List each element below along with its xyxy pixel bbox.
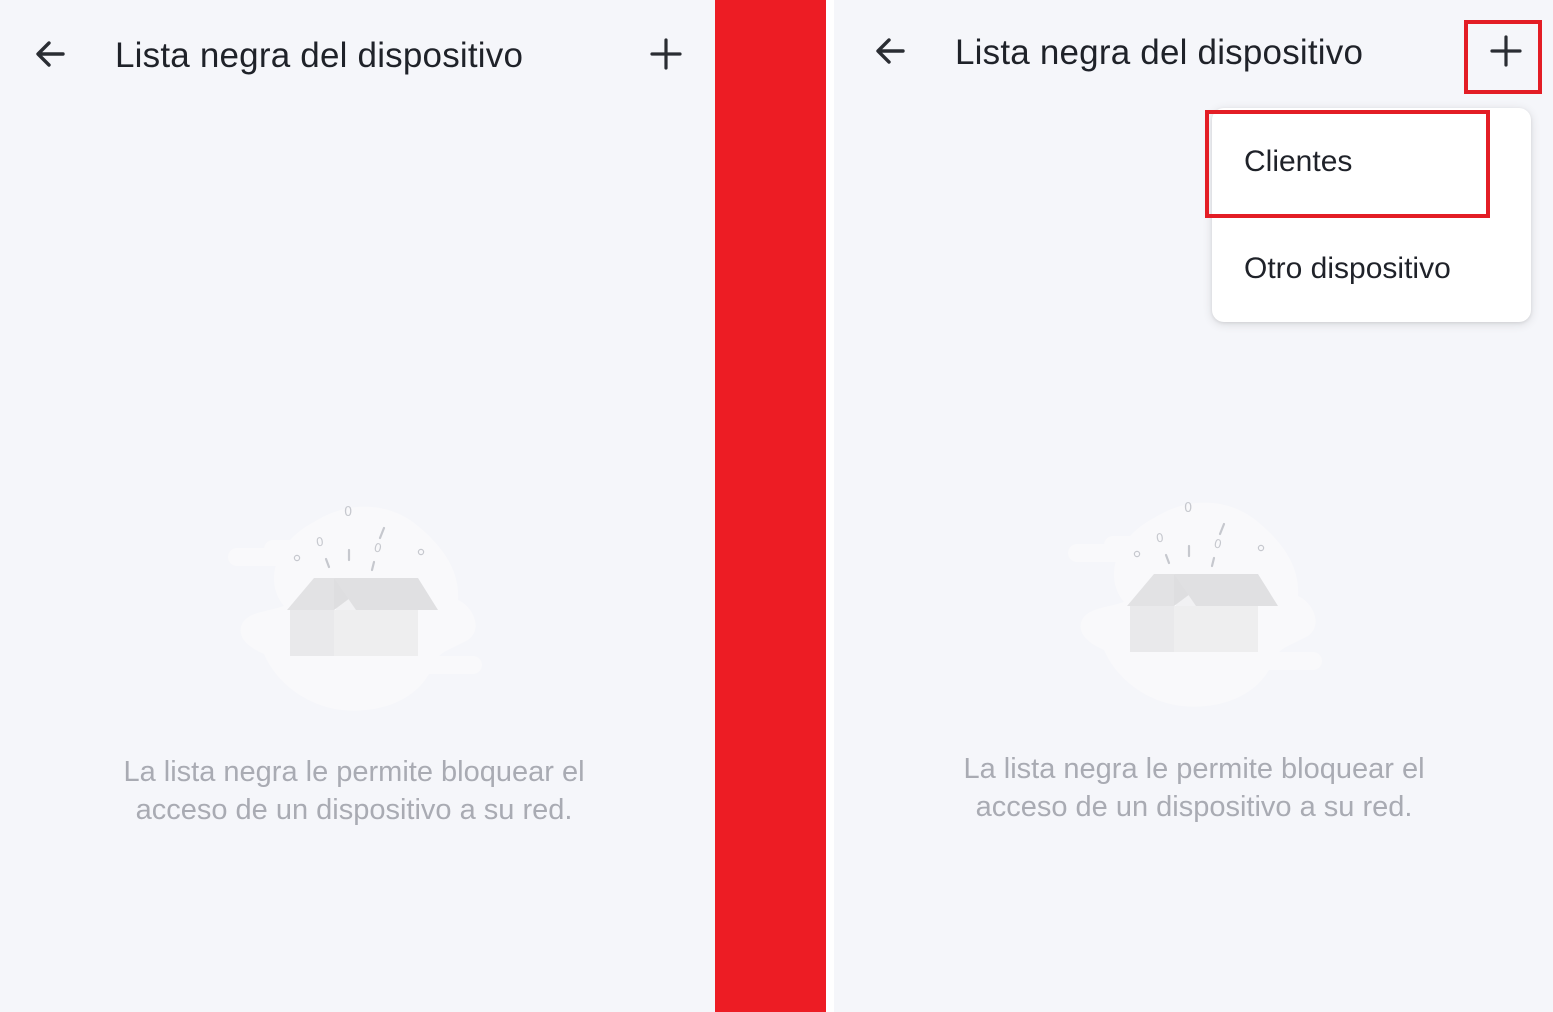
svg-text:0: 0 (344, 505, 352, 520)
app-bar: Lista negra del dispositivo (834, 0, 1553, 110)
plus-icon (650, 38, 682, 70)
add-options-menu: Clientes Otro dispositivo (1212, 108, 1531, 322)
svg-text:0: 0 (1184, 501, 1192, 516)
arrow-left-icon (36, 41, 65, 67)
empty-message-line-2: acceso de un dispositivo a su red. (975, 791, 1413, 823)
empty-state-message: La lista negra le permite bloquear el ac… (914, 750, 1474, 826)
empty-message-line-2: acceso de un dispositivo a su red. (135, 794, 573, 826)
empty-box-illustration: 0 0 0 (1068, 501, 1322, 707)
add-button[interactable] (1482, 27, 1530, 75)
page-title: Lista negra del dispositivo (955, 33, 1364, 72)
screenshot-comparison: Lista negra del dispositivo 0 0 0 La lis… (0, 0, 1553, 1012)
empty-message-line-1: La lista negra le permite bloquear el (123, 756, 585, 788)
app-bar: Lista negra del dispositivo (0, 0, 715, 110)
screen-blacklist-default: Lista negra del dispositivo 0 0 0 La lis… (0, 0, 715, 1012)
back-button[interactable] (866, 27, 914, 75)
empty-message-line-1: La lista negra le permite bloquear el (963, 753, 1425, 785)
panel-divider (715, 0, 826, 1012)
page-title: Lista negra del dispositivo (115, 36, 524, 75)
back-button[interactable] (26, 30, 74, 78)
menu-item-clients[interactable]: Clientes (1212, 108, 1531, 215)
plus-icon (1490, 35, 1522, 67)
arrow-left-icon (876, 38, 905, 64)
add-button[interactable] (642, 30, 690, 78)
empty-state-message: La lista negra le permite bloquear el ac… (74, 753, 634, 829)
screen-blacklist-add-menu-open: Lista negra del dispositivo 0 0 0 La lis… (834, 0, 1553, 1012)
empty-box-illustration: 0 0 0 (228, 505, 482, 711)
menu-item-other-device[interactable]: Otro dispositivo (1212, 215, 1531, 322)
